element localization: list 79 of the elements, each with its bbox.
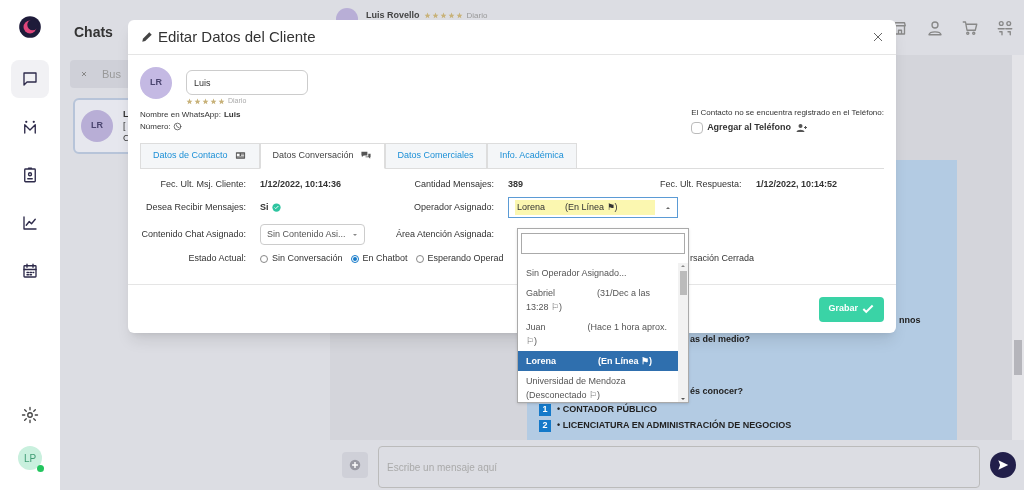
field-label: Fec. Ult. Respuesta: xyxy=(660,177,743,191)
tab[interactable]: Datos Conversación xyxy=(259,142,385,169)
field-value: 1/12/2022, 10:14:36 xyxy=(260,177,343,191)
field-label: Cantidad Mensajes: xyxy=(413,177,495,191)
field-value: 1/12/2022, 10:14:52 xyxy=(756,177,838,191)
radio-option-label: rsación Cerrada xyxy=(690,252,755,265)
caret-icon xyxy=(665,204,671,211)
scrollbar[interactable] xyxy=(1012,55,1024,440)
selected-operator-name: Lorena xyxy=(517,200,546,214)
contact-name: L xyxy=(123,108,130,120)
radio-option[interactable]: En Chatbot xyxy=(350,252,408,266)
field-label: Contenido Chat Asignado: xyxy=(140,227,247,241)
add-user-icon xyxy=(795,121,809,134)
client-avatar: LR xyxy=(140,67,172,99)
line-chart-icon xyxy=(21,214,39,232)
scroll-up-arrow-icon[interactable] xyxy=(680,263,686,269)
scrollbar-thumb[interactable] xyxy=(1014,340,1022,375)
chat-bubbles-icon xyxy=(359,150,372,161)
field-label: Estado Actual: xyxy=(187,252,247,265)
close-button[interactable] xyxy=(872,31,884,43)
chat-content-select[interactable]: Sin Contenido Asi... xyxy=(260,224,365,245)
field-label: Área Atención Asignada: xyxy=(394,227,495,241)
panel-title: Chats xyxy=(74,24,113,40)
operator-select[interactable]: Lorena (En Línea ⚑) xyxy=(508,197,678,218)
cart-icon[interactable] xyxy=(961,18,979,37)
user-icon[interactable] xyxy=(926,18,944,37)
dropdown-option[interactable]: Lorena (En Línea ⚑) xyxy=(518,351,678,371)
frequency-label: Diario xyxy=(466,9,488,22)
option-text: • LICENCIATURA EN ADMINISTRACIÓN DE NEGOCIOS xyxy=(557,419,792,433)
whatsapp-name: Luis xyxy=(223,108,241,121)
contact-name: Luis Rovello xyxy=(366,9,420,22)
caret-icon xyxy=(352,231,358,238)
checkmark-icon xyxy=(861,302,875,316)
close-icon xyxy=(872,31,884,43)
dropdown-option[interactable]: Sin Operador Asignado... xyxy=(518,263,678,283)
radio-option[interactable]: Sin Conversación xyxy=(260,252,343,266)
operator-search-field[interactable] xyxy=(521,233,685,254)
field-value: Si xyxy=(260,201,269,214)
add-to-phone-label: Agregar al Teléfono xyxy=(707,121,791,134)
contact-avatar: LR xyxy=(81,110,113,142)
whatsapp-name-label: Nombre en WhatsApp: xyxy=(140,108,221,121)
message-preview: [ xyxy=(123,120,127,132)
scrollbar-thumb[interactable] xyxy=(679,271,687,295)
sidebar-nav-button[interactable] xyxy=(11,60,49,98)
dropdown-option[interactable]: Juan (Hace 1 hora aprox. ⚐) xyxy=(518,317,678,351)
number-badge: 2 xyxy=(539,420,551,432)
scrollbar[interactable] xyxy=(678,263,688,402)
clear-icon[interactable] xyxy=(80,70,88,78)
message-text: nnos xyxy=(899,314,921,325)
number-badge: 1 xyxy=(539,404,551,416)
dialog-title: Editar Datos del Cliente xyxy=(158,26,316,47)
field-label: Desea Recibir Mensajes: xyxy=(144,201,247,214)
checkbox[interactable] xyxy=(691,121,704,134)
whatsapp-icon xyxy=(172,122,182,131)
phone-number-label: Número: xyxy=(140,120,171,133)
send-button[interactable] xyxy=(990,452,1016,478)
chat-icon xyxy=(21,70,39,88)
contact-clipboard-icon xyxy=(21,166,39,184)
dropdown-option[interactable]: Gabriel (31/Dec a las 13:28 ⚐) xyxy=(518,283,678,317)
send-icon xyxy=(996,458,1010,472)
message-text: és conocer? xyxy=(690,385,744,396)
scroll-down-arrow-icon[interactable] xyxy=(680,396,686,402)
field-value: 389 xyxy=(508,177,525,191)
search-placeholder: Bus xyxy=(102,66,121,82)
field-label: Operador Asignado: xyxy=(412,201,495,214)
operator-status: (En Línea ⚑) xyxy=(565,200,618,214)
id-card-icon xyxy=(233,150,247,161)
field-label: Fec. Ult. Msj. Cliente: xyxy=(159,177,247,191)
option-text: • CONTADOR PÚBLICO xyxy=(557,403,657,417)
calendar-icon xyxy=(21,262,39,280)
client-name-input[interactable]: Luis xyxy=(186,70,308,95)
plus-icon xyxy=(348,458,362,472)
pencil-icon xyxy=(140,30,154,44)
add-attachment-button[interactable] xyxy=(342,452,368,478)
logo-icon[interactable] xyxy=(17,14,43,40)
phone-notice: El Contacto no se encuentra registrado en el Teléfono: xyxy=(691,107,884,119)
dropdown-option[interactable]: Universidad de Mendoza (Desconectado ⚐) xyxy=(518,371,678,402)
message-text: as del medio? xyxy=(690,334,751,344)
radio-option[interactable]: Esperando Operad xyxy=(415,252,504,266)
